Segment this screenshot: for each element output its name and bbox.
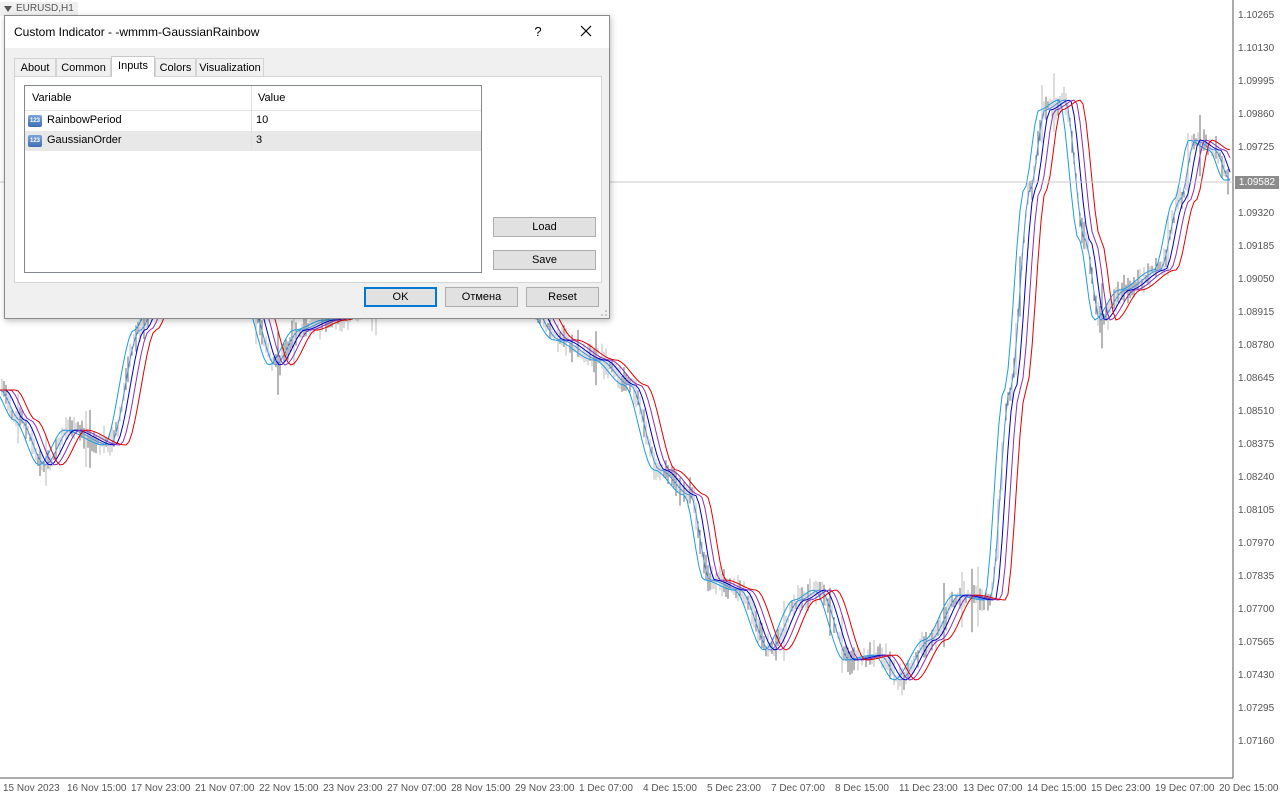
time-tick-label: 28 Nov 15:00 — [451, 783, 511, 794]
column-divider — [251, 86, 252, 150]
table-row[interactable]: 123 GaussianOrder 3 — [25, 131, 481, 151]
integer-param-icon: 123 — [28, 115, 42, 127]
parameters-table[interactable]: Variable Value 123 RainbowPeriod 10 123 … — [24, 85, 482, 273]
chevron-down-icon — [4, 6, 12, 12]
custom-indicator-dialog: Custom Indicator - -wmmm-GaussianRainbow… — [4, 15, 610, 319]
time-tick-label: 15 Nov 2023 — [3, 783, 60, 794]
price-tick-label: 1.07700 — [1238, 604, 1275, 615]
integer-param-icon: 123 — [28, 135, 42, 147]
chart-title-text: EURUSD,H1 — [16, 3, 74, 14]
price-tick-label: 1.09320 — [1238, 208, 1275, 219]
price-tick-label: 1.07430 — [1238, 670, 1275, 681]
close-icon — [580, 25, 592, 37]
time-tick-label: 20 Dec 15:00 — [1219, 783, 1279, 794]
price-tick-label: 1.09185 — [1238, 241, 1275, 252]
time-tick-label: 21 Nov 07:00 — [195, 783, 255, 794]
time-tick-label: 13 Dec 07:00 — [963, 783, 1023, 794]
price-tick-label: 1.09050 — [1238, 274, 1275, 285]
help-button[interactable]: ? — [528, 22, 548, 42]
cancel-button[interactable]: Отмена — [445, 287, 518, 307]
price-tick-label: 1.07565 — [1238, 637, 1275, 648]
price-tick-label: 1.08645 — [1238, 373, 1275, 384]
param-variable: RainbowPeriod — [47, 114, 122, 126]
tab-visualization[interactable]: Visualization — [196, 58, 264, 76]
inputs-panel: Variable Value 123 RainbowPeriod 10 123 … — [14, 76, 602, 283]
price-tick-label: 1.07295 — [1238, 703, 1275, 714]
resize-grip-icon[interactable] — [599, 308, 607, 316]
price-tick-label: 1.07970 — [1238, 538, 1275, 549]
reset-button[interactable]: Reset — [526, 287, 599, 307]
time-tick-label: 29 Nov 23:00 — [515, 783, 575, 794]
price-tick-label: 1.08240 — [1238, 472, 1275, 483]
price-tick-label: 1.08375 — [1238, 439, 1275, 450]
price-tick-label: 1.07835 — [1238, 571, 1275, 582]
chart-title: EURUSD,H1 — [0, 2, 78, 16]
current-price-label: 1.09582 — [1235, 176, 1279, 189]
time-tick-label: 19 Dec 07:00 — [1155, 783, 1215, 794]
price-tick-label: 1.07160 — [1238, 736, 1275, 747]
table-row[interactable]: 123 RainbowPeriod 10 — [25, 111, 481, 131]
price-tick-label: 1.08510 — [1238, 406, 1275, 417]
time-tick-label: 8 Dec 15:00 — [835, 783, 889, 794]
save-button[interactable]: Save — [493, 250, 596, 270]
load-button[interactable]: Load — [493, 217, 596, 237]
tab-common[interactable]: Common — [56, 58, 111, 76]
time-tick-label: 22 Nov 15:00 — [259, 783, 319, 794]
price-tick-label: 1.08105 — [1238, 505, 1275, 516]
price-tick-label: 1.08780 — [1238, 340, 1275, 351]
column-header-variable: Variable — [32, 92, 72, 104]
time-tick-label: 5 Dec 23:00 — [707, 783, 761, 794]
time-tick-label: 4 Dec 15:00 — [643, 783, 697, 794]
column-header-value: Value — [258, 92, 286, 104]
price-tick-label: 1.10130 — [1238, 43, 1275, 54]
price-tick-label: 1.09725 — [1238, 142, 1275, 153]
tab-inputs[interactable]: Inputs — [111, 56, 155, 77]
time-tick-label: 17 Nov 23:00 — [131, 783, 191, 794]
table-header: Variable Value — [25, 86, 481, 111]
ok-button[interactable]: OK — [364, 287, 437, 307]
dialog-title: Custom Indicator - -wmmm-GaussianRainbow — [14, 25, 260, 39]
time-tick-label: 1 Dec 07:00 — [579, 783, 633, 794]
time-tick-label: 23 Nov 23:00 — [323, 783, 383, 794]
price-tick-label: 1.08915 — [1238, 307, 1275, 318]
close-button[interactable] — [574, 22, 598, 42]
time-tick-label: 27 Nov 07:00 — [387, 783, 447, 794]
time-tick-label: 15 Dec 23:00 — [1091, 783, 1151, 794]
time-tick-label: 16 Nov 15:00 — [67, 783, 127, 794]
time-tick-label: 11 Dec 23:00 — [899, 783, 958, 794]
tab-colors[interactable]: Colors — [155, 58, 196, 76]
time-tick-label: 14 Dec 15:00 — [1027, 783, 1087, 794]
price-tick-label: 1.09860 — [1238, 109, 1275, 120]
time-tick-label: 7 Dec 07:00 — [771, 783, 825, 794]
param-variable: GaussianOrder — [47, 134, 122, 146]
param-value[interactable]: 3 — [256, 134, 262, 146]
param-value[interactable]: 10 — [256, 114, 268, 126]
price-tick-label: 1.10265 — [1238, 10, 1275, 21]
price-tick-label: 1.09995 — [1238, 76, 1275, 87]
dialog-titlebar[interactable]: Custom Indicator - -wmmm-GaussianRainbow… — [5, 16, 609, 48]
tab-about[interactable]: About — [14, 58, 56, 76]
